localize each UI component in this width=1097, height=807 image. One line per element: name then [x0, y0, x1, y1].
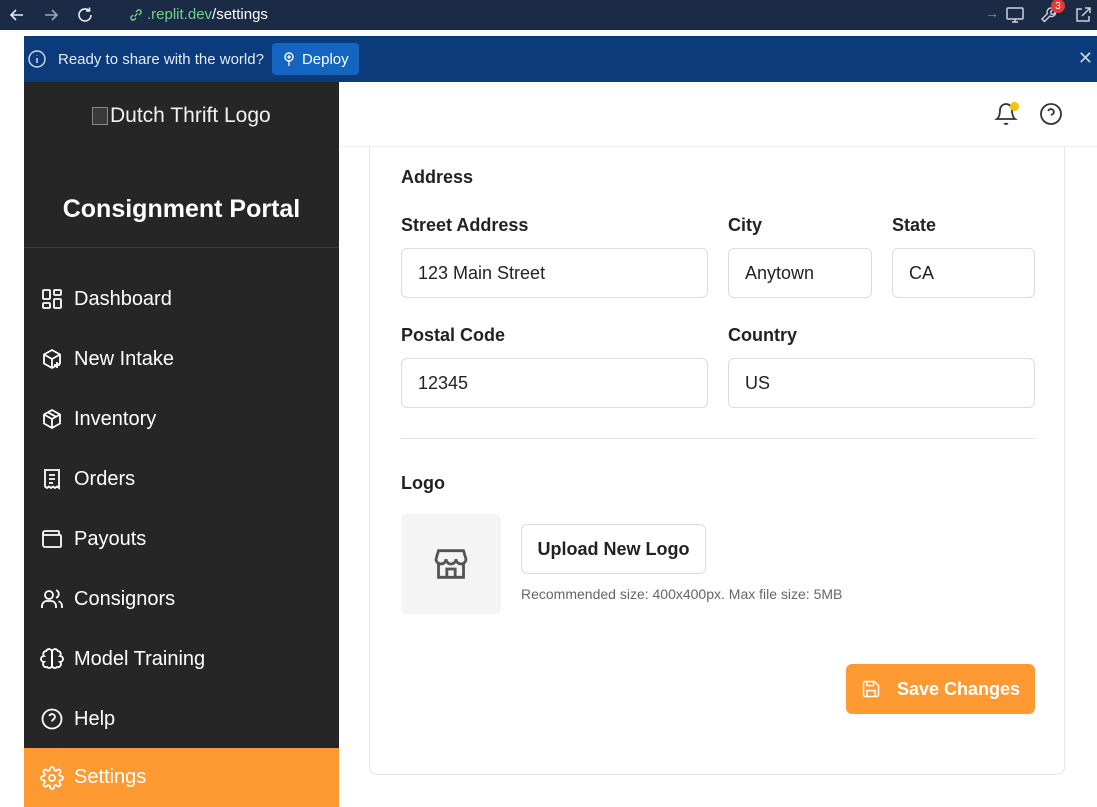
store-icon — [434, 549, 468, 579]
portal-title: Consignment Portal — [62, 195, 301, 223]
upload-hint: Recommended size: 400x400px. Max file si… — [521, 586, 843, 602]
sidebar-item-label: Consignors — [74, 587, 176, 610]
deploy-button[interactable]: Deploy — [271, 43, 359, 75]
link-icon — [130, 8, 142, 21]
monitor-icon[interactable] — [1005, 5, 1025, 25]
postal-code-input[interactable] — [401, 358, 708, 408]
deploy-banner: Ready to share with the world? Deploy ✕ — [24, 36, 1097, 82]
save-icon — [862, 680, 880, 698]
state-input[interactable] — [892, 248, 1035, 298]
country-input[interactable] — [728, 358, 1035, 408]
address-bar[interactable]: .replit.dev/settings — [128, 2, 1008, 27]
go-arrow-icon[interactable]: → — [985, 5, 999, 21]
wallet-icon — [42, 530, 62, 548]
sidebar-item-label: Help — [74, 707, 116, 730]
sidebar-item-help[interactable]: Help — [24, 690, 339, 748]
upload-logo-button[interactable]: Upload New Logo — [521, 524, 706, 574]
help-circle-icon — [41, 708, 63, 730]
sidebar-item-label: Model Training — [74, 647, 206, 670]
sidebar-item-model-training[interactable]: Model Training — [24, 630, 339, 688]
gear-icon — [40, 765, 64, 790]
street-label: Street Address — [401, 215, 529, 235]
settings-card: Address Street Address City State Postal… — [369, 147, 1065, 775]
external-link-icon[interactable] — [1073, 5, 1093, 25]
forward-button[interactable] — [34, 0, 68, 30]
browser-extensions: 3 — [1005, 0, 1097, 30]
logo-alt-text: Dutch Thrift Logo — [110, 104, 271, 127]
state-label: State — [892, 215, 937, 235]
sidebar-item-payouts[interactable]: Payouts — [24, 510, 339, 568]
banner-message: Ready to share with the world? — [58, 50, 264, 68]
brand-logo: Dutch Thrift Logo — [92, 104, 271, 128]
section-divider — [401, 438, 1035, 439]
sidebar-item-label: Inventory — [74, 407, 157, 430]
notification-badge: 3 — [1051, 0, 1065, 13]
sidebar-item-inventory[interactable]: Inventory — [24, 390, 339, 448]
brain-icon — [40, 648, 64, 669]
package-icon — [43, 408, 61, 430]
broken-image-icon — [92, 107, 108, 125]
url-domain: .replit.dev — [147, 6, 213, 23]
sidebar: Dutch Thrift Logo Consignment Portal Das… — [24, 82, 339, 807]
city-label: City — [728, 215, 763, 235]
arrow-right-icon — [45, 9, 59, 21]
save-label: Save Changes — [896, 678, 1021, 699]
close-icon[interactable]: ✕ — [1078, 48, 1093, 69]
deploy-icon — [284, 52, 294, 66]
section-title-address: Address — [401, 167, 474, 187]
arrow-left-icon — [9, 9, 23, 21]
logo-preview — [401, 514, 501, 614]
save-changes-button[interactable]: Save Changes — [846, 664, 1035, 714]
reload-button[interactable] — [68, 0, 102, 30]
sidebar-item-label: New Intake — [74, 347, 175, 370]
postal-code-label: Postal Code — [401, 325, 506, 345]
sidebar-item-label: Orders — [74, 467, 136, 490]
sidebar-item-consignors[interactable]: Consignors — [24, 570, 339, 628]
sidebar-divider — [24, 247, 339, 248]
reload-icon — [78, 7, 92, 22]
receipt-icon — [44, 469, 60, 490]
deploy-label: Deploy — [301, 50, 349, 68]
section-title-logo: Logo — [401, 473, 445, 493]
package-plus-icon — [43, 348, 61, 370]
city-input[interactable] — [728, 248, 872, 298]
sidebar-item-label: Settings — [74, 766, 147, 788]
back-button[interactable] — [0, 0, 34, 30]
url-path: /settings — [212, 6, 268, 23]
sidebar-item-new-intake[interactable]: New Intake — [24, 330, 339, 388]
info-icon — [28, 50, 46, 68]
help-circle-icon[interactable] — [1039, 102, 1063, 126]
sidebar-item-settings[interactable]: Settings — [24, 748, 339, 807]
dashboard-icon — [42, 289, 62, 309]
sidebar-item-orders[interactable]: Orders — [24, 450, 339, 508]
notification-dot — [1010, 102, 1019, 111]
sidebar-item-label: Dashboard — [74, 287, 172, 310]
page-edge — [0, 30, 24, 807]
sidebar-item-dashboard[interactable]: Dashboard — [24, 270, 339, 328]
street-address-input[interactable] — [401, 248, 708, 298]
country-label: Country — [728, 325, 797, 345]
users-icon — [41, 589, 63, 608]
sidebar-item-label: Payouts — [74, 527, 147, 550]
app-header — [339, 82, 1097, 147]
wrench-icon[interactable]: 3 — [1039, 0, 1065, 25]
